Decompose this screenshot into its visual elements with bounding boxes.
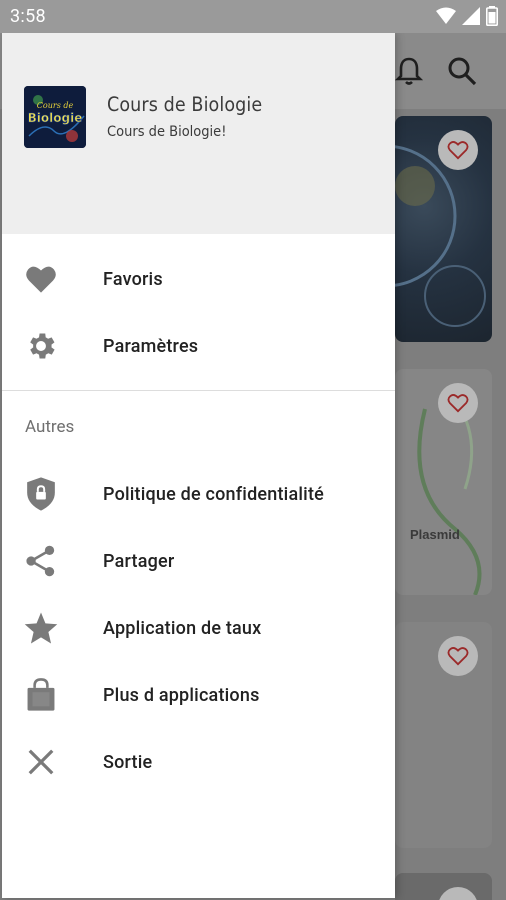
logo-text-main: Biologie: [28, 111, 83, 125]
status-time: 3:58: [10, 6, 46, 27]
background-card-4[interactable]: [395, 873, 492, 900]
menu-item-application-de-taux[interactable]: Application de taux: [2, 596, 395, 660]
menu-item-sortie[interactable]: Sortie: [2, 730, 395, 794]
favorite-heart-icon[interactable]: [438, 636, 478, 676]
divider: [2, 390, 395, 391]
close-icon: [23, 744, 59, 780]
drawer-header: Cours de Biologie Cours de Biologie Cour…: [2, 33, 395, 234]
menu-label-parametres: Paramètres: [103, 335, 199, 357]
heart-icon: [23, 261, 59, 297]
menu-label-partager: Partager: [103, 550, 175, 572]
shield-lock-icon: [23, 476, 59, 512]
menu-label-favoris: Favoris: [103, 268, 163, 290]
battery-icon: [486, 6, 498, 26]
menu-label-plus-d-applications: Plus d applications: [103, 684, 260, 706]
wifi-icon: [436, 7, 456, 24]
favorite-heart-icon[interactable]: [438, 130, 478, 170]
menu-item-parametres[interactable]: Paramètres: [2, 314, 395, 378]
card-label: Plasmid: [410, 527, 460, 542]
header-subtitle: Cours de Biologie!: [107, 124, 227, 140]
menu-item-favoris[interactable]: Favoris: [2, 247, 395, 311]
menu-item-politique[interactable]: Politique de confidentialité: [2, 462, 395, 526]
menu-label-sortie: Sortie: [103, 751, 153, 773]
gear-icon: [23, 328, 59, 364]
logo-text-top: Cours de: [37, 101, 74, 110]
favorite-heart-icon[interactable]: [438, 887, 478, 900]
search-icon[interactable]: [446, 55, 478, 87]
menu-label-application-de-taux: Application de taux: [103, 617, 262, 639]
star-icon: [23, 610, 59, 646]
bell-icon[interactable]: [393, 55, 425, 87]
favorite-heart-icon[interactable]: [438, 383, 478, 423]
background-card-3[interactable]: [395, 622, 492, 848]
header-title: Cours de Biologie: [107, 93, 263, 116]
status-icons: [436, 6, 498, 26]
signal-icon: [462, 7, 480, 25]
status-bar: 3:58: [0, 0, 506, 33]
background-card-1[interactable]: [395, 116, 492, 342]
menu-item-plus-d-applications[interactable]: Plus d applications: [2, 663, 395, 727]
menu-item-partager[interactable]: Partager: [2, 529, 395, 593]
share-icon: [23, 543, 59, 579]
shopping-bag-icon: [23, 677, 59, 713]
background-card-2[interactable]: Plasmid: [395, 369, 492, 595]
navigation-drawer: Cours de Biologie Cours de Biologie Cour…: [2, 33, 395, 898]
menu-label-politique: Politique de confidentialité: [103, 483, 324, 505]
app-logo: Cours de Biologie: [24, 86, 86, 148]
section-title-autres: Autres: [25, 417, 75, 437]
